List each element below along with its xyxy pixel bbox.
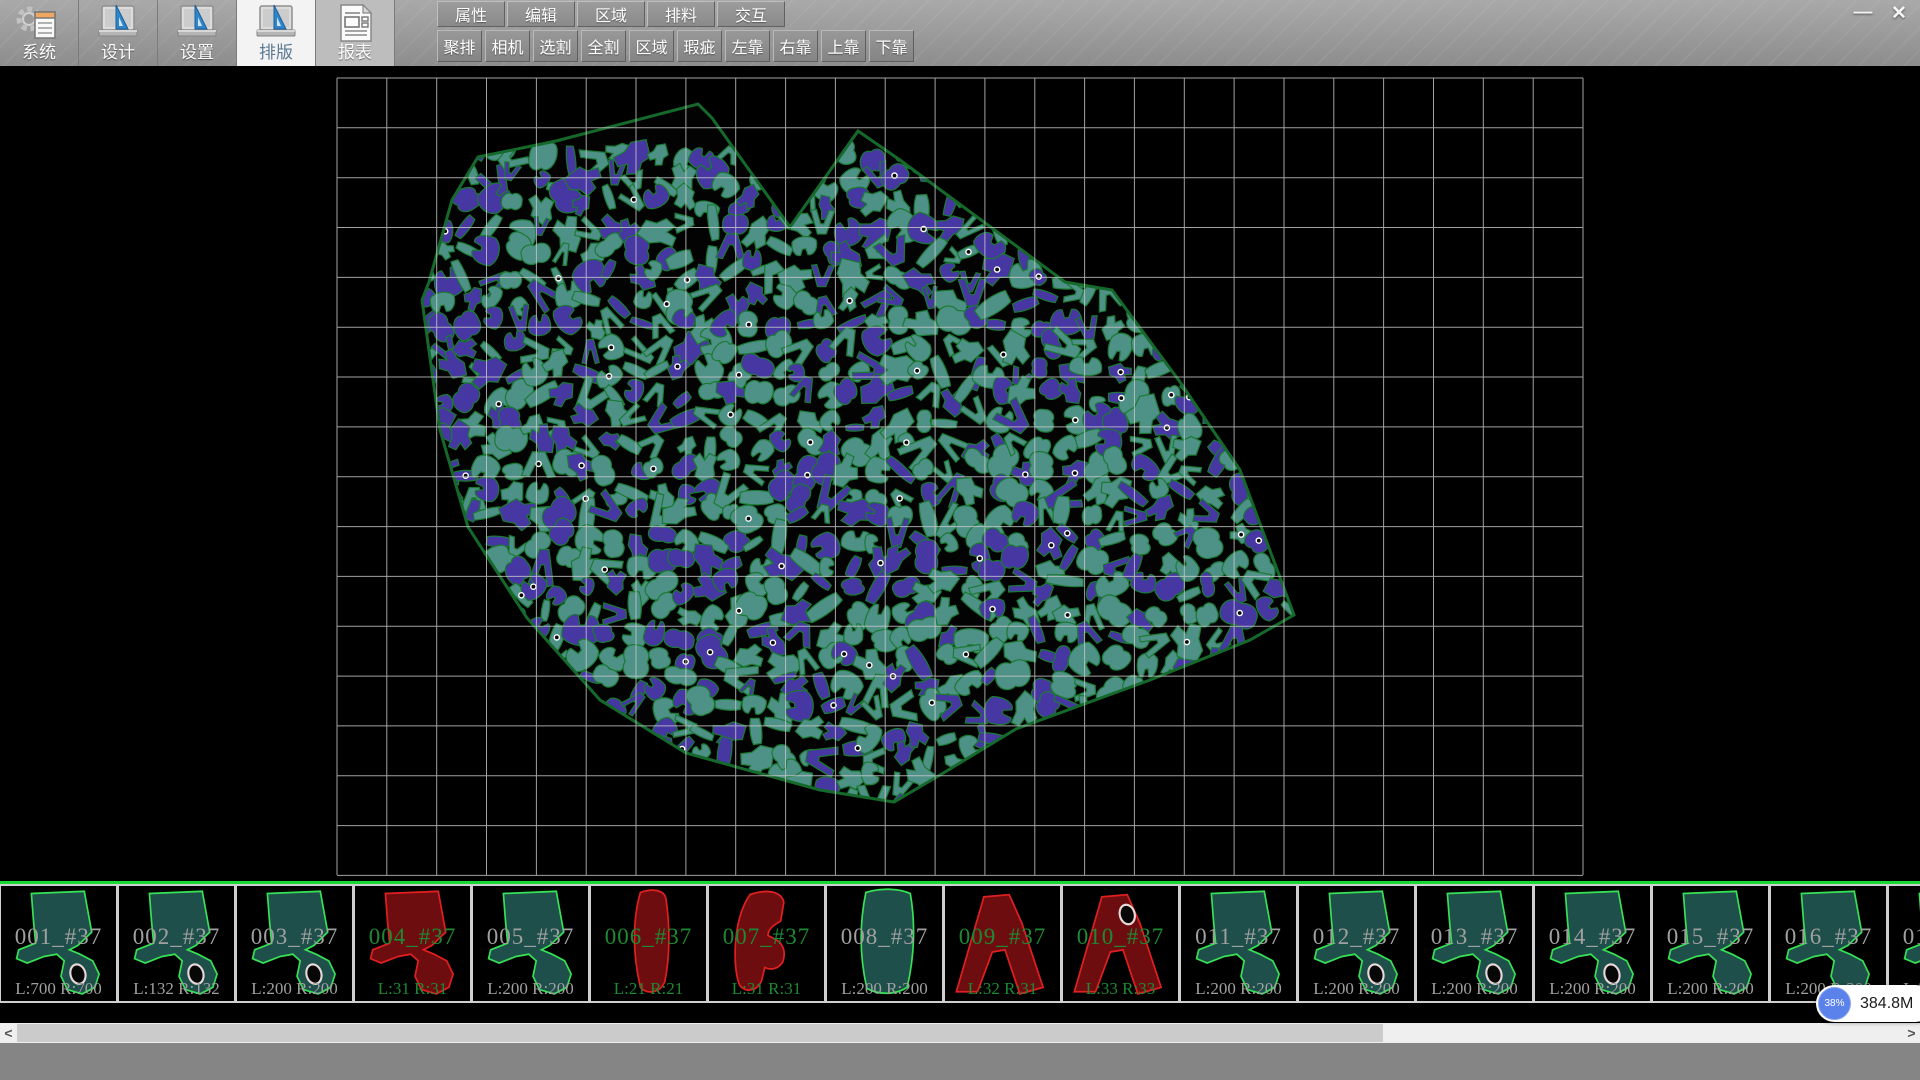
tray-part-012[interactable]: 012_#37 L:200 R:200 — [1298, 884, 1416, 1003]
part-count-label: L:132 R:132 — [119, 979, 234, 999]
tab-nest[interactable]: 排料 — [647, 1, 715, 27]
tray-part-006[interactable]: 006_#37 L:21 R:21 — [590, 884, 708, 1003]
mode-button-design[interactable]: 设计 — [79, 0, 158, 66]
main-toolbar: 系统 设计 设置 排版 — [0, 0, 1920, 66]
tray-part-010[interactable]: 010_#37 L:33 R:33 — [1062, 884, 1180, 1003]
progress-percent-badge: 38% — [1818, 987, 1851, 1020]
tool-align-right[interactable]: 右靠 — [773, 30, 818, 62]
tool-cut-all[interactable]: 全割 — [581, 30, 626, 62]
tool-button-row: 聚排相机选割全割区域瑕疵左靠右靠上靠下靠 — [437, 30, 914, 63]
close-icon[interactable]: ✕ — [1886, 2, 1912, 24]
status-bar — [0, 1043, 1920, 1080]
scroll-left-icon[interactable]: < — [0, 1023, 17, 1043]
part-count-label: L:700 R:700 — [1, 979, 116, 999]
tool-cluster-nest[interactable]: 聚排 — [437, 30, 482, 62]
design-ruler-icon — [94, 3, 142, 43]
nesting-canvas[interactable] — [0, 66, 1920, 881]
tray-part-014[interactable]: 014_#37 L:200 R:200 — [1534, 884, 1652, 1003]
part-count-label: L:200 R:200 — [1535, 979, 1650, 999]
mode-label-system: 系统 — [22, 43, 56, 63]
tool-region[interactable]: 区域 — [629, 30, 674, 62]
mode-label-design: 设计 — [101, 43, 135, 63]
window-controls: — ✕ — [1850, 2, 1912, 24]
part-id-label: 005_#37 — [473, 924, 588, 950]
part-id-label: 001_#37 — [1, 924, 116, 950]
mode-bar: 系统 设计 设置 排版 — [0, 0, 395, 66]
part-id-label: 013_#37 — [1417, 924, 1532, 950]
nesting-ruler-icon — [252, 3, 300, 43]
part-count-label: L:200 R:200 — [827, 979, 942, 999]
part-id-label: 008_#37 — [827, 924, 942, 950]
part-id-label: 006_#37 — [591, 924, 706, 950]
part-count-label: L:31 R:31 — [355, 979, 470, 999]
tool-align-bottom[interactable]: 下靠 — [869, 30, 914, 62]
tray-part-005[interactable]: 005_#37 L:200 R:200 — [472, 884, 590, 1003]
part-count-label: L:200 R:200 — [237, 979, 352, 999]
mode-label-report: 报表 — [338, 43, 372, 63]
tab-region[interactable]: 区域 — [577, 1, 645, 27]
memory-overlay-pill[interactable]: 38% 384.8M — [1816, 985, 1920, 1022]
parts-tray: 001_#37L:700 R:700002_#37L:132 R:132003_… — [0, 881, 1920, 1023]
part-id-label: 004_#37 — [355, 924, 470, 950]
mode-button-report[interactable]: 报表 — [316, 0, 395, 66]
part-count-label: L:200 R:200 — [1417, 979, 1532, 999]
part-id-label: 009_#37 — [945, 924, 1060, 950]
tray-part-008[interactable]: 008_#37 L:200 R:200 — [826, 884, 944, 1003]
settings-ruler-icon — [173, 3, 221, 43]
tab-properties[interactable]: 属性 — [437, 1, 505, 27]
part-count-label: L:31 R:31 — [709, 979, 824, 999]
tray-part-004[interactable]: 004_#37 L:31 R:31 — [354, 884, 472, 1003]
scroll-right-icon[interactable]: > — [1903, 1023, 1920, 1043]
tray-part-009[interactable]: 009_#37 L:32 R:31 — [944, 884, 1062, 1003]
memory-value-label: 384.8M — [1860, 995, 1913, 1013]
tab-interact[interactable]: 交互 — [717, 1, 785, 27]
part-id-label: 011_#37 — [1181, 924, 1296, 950]
part-id-label: 003_#37 — [237, 924, 352, 950]
part-id-label: 007_#37 — [709, 924, 824, 950]
part-count-label: L:200 R:200 — [1299, 979, 1414, 999]
part-id-label: 010_#37 — [1063, 924, 1178, 950]
tool-select-cut[interactable]: 选割 — [533, 30, 578, 62]
scrollbar-thumb[interactable] — [17, 1024, 1383, 1042]
tray-part-013[interactable]: 013_#37 L:200 R:200 — [1416, 884, 1534, 1003]
tray-part-002[interactable]: 002_#37 L:132 R:132 — [118, 884, 236, 1003]
tray-part-015[interactable]: 015_#37 L:200 R:200 — [1652, 884, 1770, 1003]
part-id-label: 012_#37 — [1299, 924, 1414, 950]
part-count-label: L:32 R:31 — [945, 979, 1060, 999]
nesting-layout-svg — [0, 66, 1920, 881]
mode-label-nesting: 排版 — [259, 43, 293, 63]
tray-part-001[interactable]: 001_#37 L:700 R:700 — [0, 884, 118, 1003]
mode-label-settings: 设置 — [180, 43, 214, 63]
mode-button-nesting[interactable]: 排版 — [237, 0, 316, 66]
tool-defect[interactable]: 瑕疵 — [677, 30, 722, 62]
part-count-label: L:200 R:200 — [473, 979, 588, 999]
part-count-label: L:21 R:21 — [591, 979, 706, 999]
horizontal-scrollbar[interactable]: < > — [0, 1023, 1920, 1043]
tab-edit[interactable]: 编辑 — [507, 1, 575, 27]
report-doc-icon — [333, 3, 377, 43]
mode-button-settings[interactable]: 设置 — [158, 0, 237, 66]
part-id-label: 002_#37 — [119, 924, 234, 950]
tray-part-007[interactable]: 007_#37 L:31 R:31 — [708, 884, 826, 1003]
menu-tab-row: 属性编辑区域排料交互 — [437, 1, 785, 28]
part-id-label: 016_#37 — [1771, 924, 1886, 950]
tray-part-003[interactable]: 003_#37 L:200 R:200 — [236, 884, 354, 1003]
part-id-label: 017_#37 — [1889, 924, 1920, 950]
minimize-icon[interactable]: — — [1850, 2, 1876, 24]
tool-align-left[interactable]: 左靠 — [725, 30, 770, 62]
part-id-label: 015_#37 — [1653, 924, 1768, 950]
tray-part-011[interactable]: 011_#37 L:200 R:200 — [1180, 884, 1298, 1003]
part-count-label: L:200 R:200 — [1653, 979, 1768, 999]
tool-align-top[interactable]: 上靠 — [821, 30, 866, 62]
part-count-label: L:33 R:33 — [1063, 979, 1178, 999]
system-gear-icon — [13, 4, 65, 42]
tool-camera[interactable]: 相机 — [485, 30, 530, 62]
mode-button-system[interactable]: 系统 — [0, 0, 79, 66]
part-count-label: L:200 R:200 — [1181, 979, 1296, 999]
tray-cell-strip: 001_#37L:700 R:700002_#37L:132 R:132003_… — [0, 884, 1920, 1003]
part-id-label: 014_#37 — [1535, 924, 1650, 950]
